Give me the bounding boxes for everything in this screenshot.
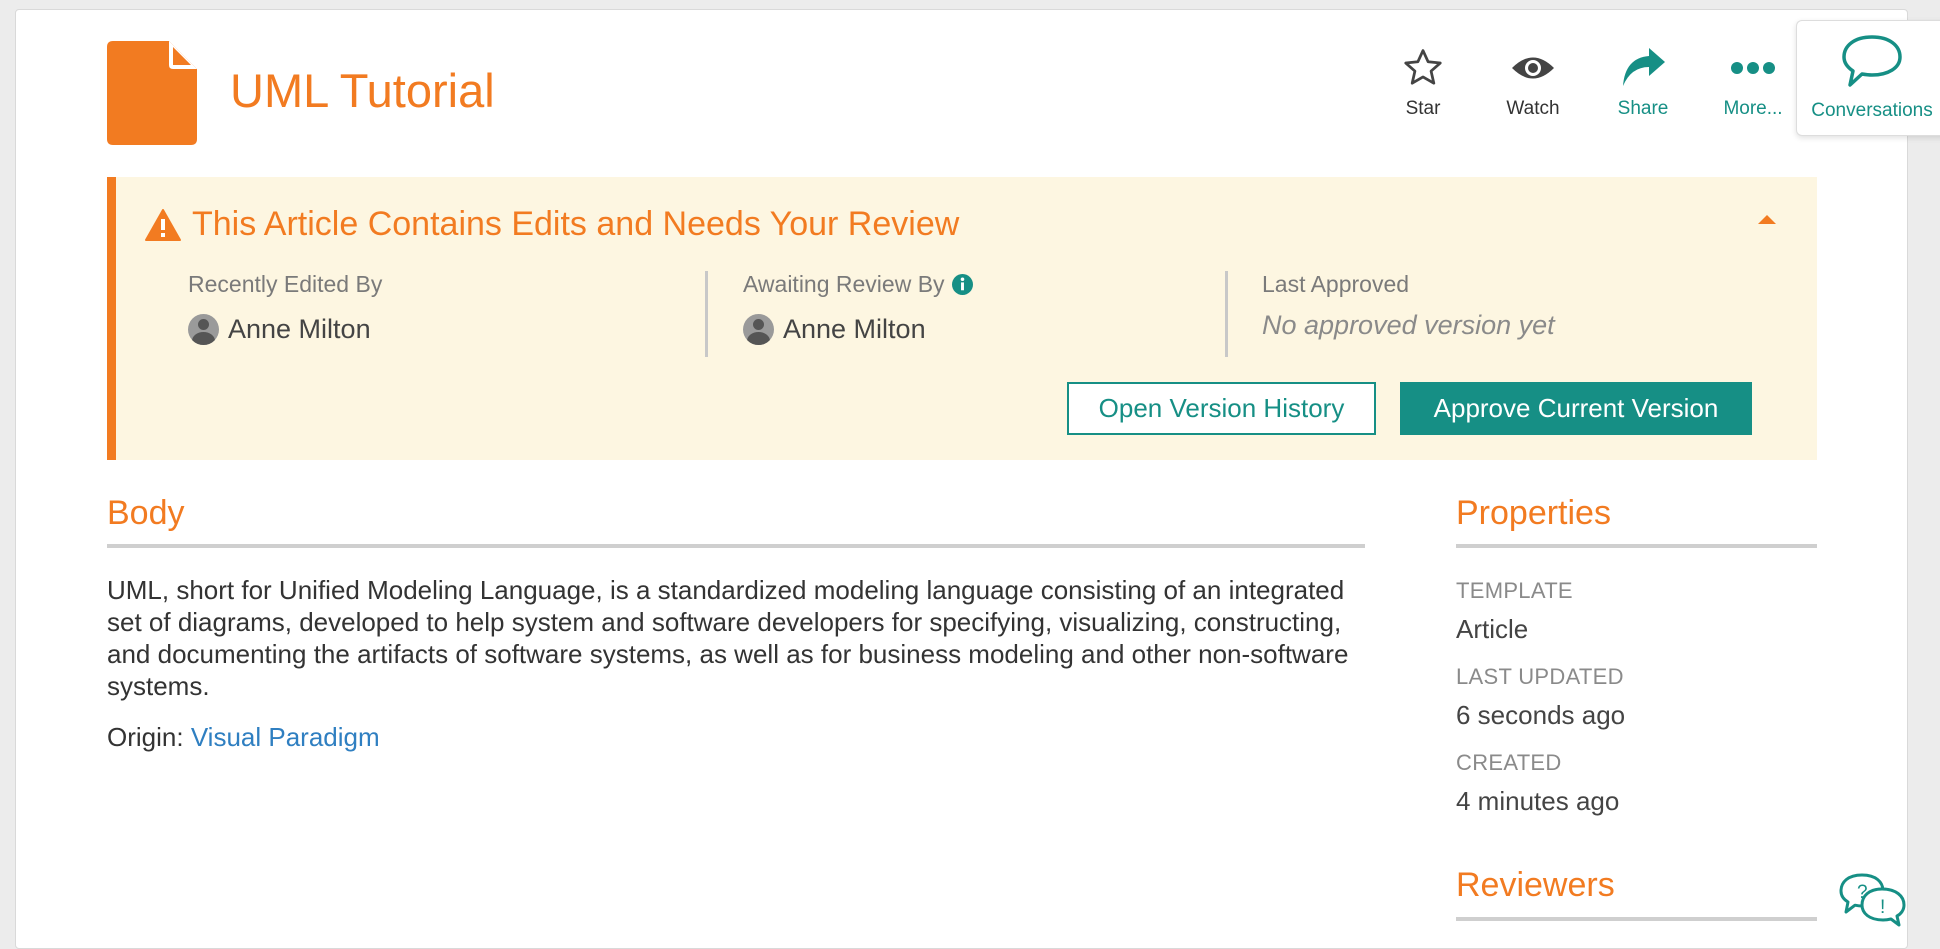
reviewers-heading-rule — [1456, 917, 1817, 921]
star-icon — [1404, 49, 1442, 85]
last-updated-value: 6 seconds ago — [1456, 700, 1626, 730]
awaiting-review-label-text: Awaiting Review By — [743, 271, 945, 297]
origin-label: Origin: — [107, 722, 184, 752]
created-value: 4 minutes ago — [1456, 786, 1620, 816]
template-label: TEMPLATE — [1456, 578, 1573, 603]
column-divider — [705, 271, 708, 357]
article-actions: Star Watch Share More... — [1368, 42, 1808, 120]
share-icon — [1623, 48, 1665, 86]
awaiting-review-label: Awaiting Review By — [743, 271, 973, 298]
awaiting-review-section: Awaiting Review By Anne Milton — [743, 271, 973, 357]
info-icon[interactable] — [951, 274, 973, 295]
speech-bubble-icon — [1842, 35, 1902, 87]
more-label: More... — [1723, 98, 1783, 119]
recently-edited-section: Recently Edited By Anne Milton — [188, 271, 382, 357]
recently-edited-user[interactable]: Anne Milton — [188, 314, 382, 345]
approve-current-version-button[interactable]: Approve Current Version — [1400, 382, 1752, 435]
watch-label: Watch — [1506, 98, 1560, 119]
conversations-label: Conversations — [1811, 100, 1933, 121]
avatar — [188, 314, 219, 345]
properties-heading-rule — [1456, 544, 1817, 548]
reviewers-heading: Reviewers — [1456, 866, 1615, 904]
body-heading-rule — [107, 544, 1365, 548]
recently-edited-user-name: Anne Milton — [228, 314, 371, 344]
star-label: Star — [1405, 98, 1441, 119]
last-approved-label: Last Approved — [1262, 271, 1410, 297]
body-heading: Body — [107, 494, 185, 532]
watch-button[interactable]: Watch — [1478, 42, 1588, 120]
article-page — [15, 9, 1908, 949]
warning-icon — [145, 208, 181, 241]
origin-link[interactable]: Visual Paradigm — [191, 722, 380, 752]
column-divider — [1225, 271, 1228, 357]
last-approved-value: No approved version yet — [1262, 310, 1555, 340]
document-icon — [107, 41, 197, 145]
body-text: UML, short for Unified Modeling Language… — [107, 575, 1349, 701]
properties-heading: Properties — [1456, 494, 1611, 532]
page-title: UML Tutorial — [230, 64, 495, 117]
conversations-tab[interactable]: Conversations — [1796, 20, 1940, 136]
open-version-history-button[interactable]: Open Version History — [1067, 382, 1376, 435]
svg-text:!: ! — [1880, 897, 1885, 918]
eye-icon — [1512, 57, 1554, 79]
created-label: CREATED — [1456, 750, 1562, 775]
last-updated-label: LAST UPDATED — [1456, 664, 1624, 689]
review-alert: This Article Contains Edits and Needs Yo… — [107, 177, 1817, 460]
avatar — [743, 314, 774, 345]
alert-heading: This Article Contains Edits and Needs Yo… — [144, 205, 959, 244]
awaiting-review-user[interactable]: Anne Milton — [743, 314, 973, 345]
help-chat-icon[interactable]: ? ! — [1838, 872, 1908, 928]
more-button[interactable]: More... — [1698, 42, 1808, 120]
last-approved-section: Last Approved No approved version yet — [1262, 271, 1555, 357]
alert-title-text: This Article Contains Edits and Needs Yo… — [192, 205, 960, 243]
origin-line: Origin: Visual Paradigm — [107, 722, 380, 753]
recently-edited-label: Recently Edited By — [188, 271, 383, 297]
share-button[interactable]: Share — [1588, 42, 1698, 120]
template-value: Article — [1456, 614, 1529, 644]
more-icon — [1731, 62, 1775, 74]
star-button[interactable]: Star — [1368, 42, 1478, 120]
collapse-caret-icon[interactable] — [1757, 213, 1777, 225]
share-label: Share — [1617, 98, 1669, 119]
awaiting-review-user-name: Anne Milton — [783, 314, 926, 344]
